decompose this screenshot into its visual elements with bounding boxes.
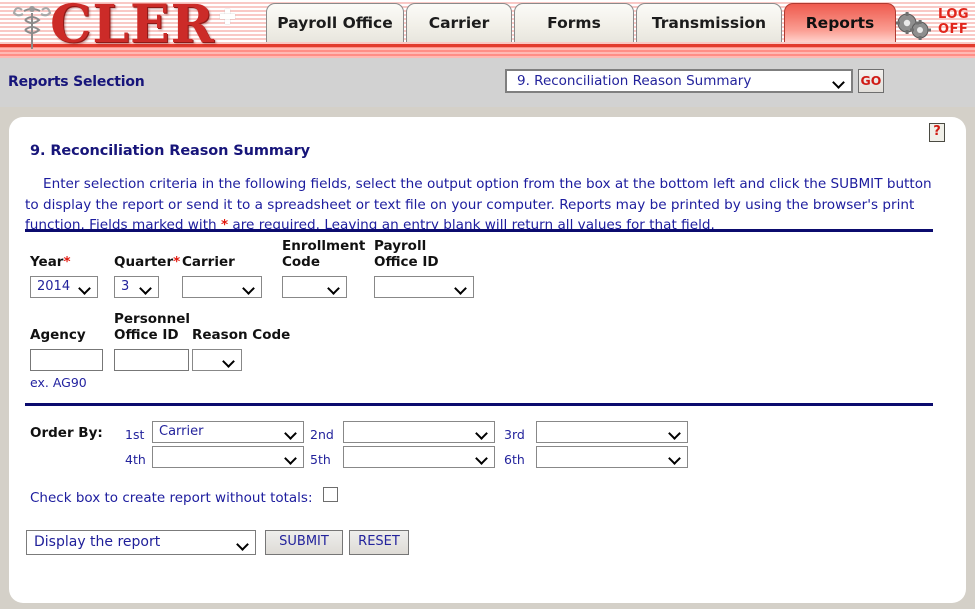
enrollment-code-select[interactable] xyxy=(282,276,347,298)
field-enrollment-code: Enrollment Code xyxy=(282,238,365,298)
field-quarter: Quarter* 3 xyxy=(114,254,180,298)
field-quarter-label-text: Quarter xyxy=(114,254,174,270)
chevron-down-icon xyxy=(80,284,91,291)
logoff-button[interactable]: LOG OFF xyxy=(938,7,974,37)
divider-middle xyxy=(25,403,933,406)
report-select[interactable]: 9. Reconciliation Reason Summary xyxy=(505,69,853,93)
order-by-label: Order By: xyxy=(30,425,103,441)
order-by-ordinal-6: 6th xyxy=(504,452,525,467)
field-payroll-office-id-label-2: Office ID xyxy=(374,254,439,270)
order-by-select-1[interactable]: Carrier xyxy=(152,421,304,443)
field-agency: Agency ex. AG90 xyxy=(30,327,103,390)
tab-carrier[interactable]: Carrier xyxy=(406,3,512,42)
field-agency-label: Agency xyxy=(30,327,86,343)
field-carrier: Carrier xyxy=(182,254,262,298)
help-icon[interactable]: ? xyxy=(929,123,945,142)
order-by-ordinal-5: 5th xyxy=(310,452,331,467)
chevron-down-icon xyxy=(477,429,488,436)
chevron-down-icon xyxy=(670,429,681,436)
logo-cross-icon xyxy=(220,9,235,24)
caduceus-icon xyxy=(12,6,52,49)
carrier-select[interactable] xyxy=(182,276,262,298)
field-payroll-office-id-label-1: Payroll xyxy=(374,238,427,254)
submit-button[interactable]: SUBMIT xyxy=(265,530,343,555)
logoff-line1: LOG xyxy=(938,7,970,22)
report-select-value: 9. Reconciliation Reason Summary xyxy=(517,73,752,89)
field-year-label: Year* xyxy=(30,254,98,270)
chevron-down-icon xyxy=(477,454,488,461)
tab-payroll-office[interactable]: Payroll Office xyxy=(266,3,404,42)
field-quarter-required: * xyxy=(173,254,181,270)
order-by-select-6[interactable] xyxy=(536,446,688,468)
field-enrollment-code-label-2: Code xyxy=(282,254,321,270)
order-by-select-2[interactable] xyxy=(343,421,495,443)
help-glyph: ? xyxy=(933,124,941,139)
agency-input[interactable] xyxy=(30,349,103,371)
field-payroll-office-id: Payroll Office ID xyxy=(374,238,474,298)
tab-transmission[interactable]: Transmission xyxy=(636,3,782,42)
field-reason-code-label: Reason Code xyxy=(192,327,291,343)
field-personnel-office-id: Personnel Office ID xyxy=(114,311,190,371)
chevron-down-icon xyxy=(286,454,297,461)
chevron-down-icon xyxy=(238,540,249,547)
chevron-down-icon xyxy=(141,284,152,291)
field-reason-code: Reason Code xyxy=(192,327,290,371)
agency-hint: ex. AG90 xyxy=(30,375,87,390)
divider-top xyxy=(25,229,933,232)
chevron-down-icon xyxy=(456,284,467,291)
chevron-down-icon xyxy=(224,357,235,364)
chevron-down-icon xyxy=(286,429,297,436)
quarter-select[interactable]: 3 xyxy=(114,276,159,298)
app-header: CLER Payroll Office Carrier Forms Transm… xyxy=(0,0,975,58)
go-button[interactable]: GO xyxy=(858,69,884,93)
order-by-select-4[interactable] xyxy=(152,446,304,468)
field-personnel-office-id-label-2: Office ID xyxy=(114,327,179,343)
field-year-required: * xyxy=(63,254,71,270)
quarter-value: 3 xyxy=(121,279,130,294)
order-by-ordinal-1: 1st xyxy=(125,427,145,442)
chevron-down-icon xyxy=(834,78,845,85)
report-heading: 9. Reconciliation Reason Summary xyxy=(30,143,310,159)
order-by-ordinal-4: 4th xyxy=(125,452,146,467)
logoff-line2: OFF xyxy=(938,22,969,37)
order-by-select-5[interactable] xyxy=(343,446,495,468)
field-year-label-text: Year xyxy=(30,254,64,270)
field-enrollment-code-label-1: Enrollment xyxy=(282,238,366,254)
reset-button[interactable]: RESET xyxy=(349,530,409,555)
page-title: Reports Selection xyxy=(8,74,145,90)
report-form-panel: ? 9. Reconciliation Reason Summary Enter… xyxy=(9,117,966,603)
tab-forms[interactable]: Forms xyxy=(514,3,634,42)
cler-logo: CLER xyxy=(8,0,258,55)
reports-selection-bar: Reports Selection 9. Reconciliation Reas… xyxy=(0,58,975,107)
order-by-select-3[interactable] xyxy=(536,421,688,443)
order-by-ordinal-3: 3rd xyxy=(504,427,525,442)
logo-text: CLER xyxy=(50,0,215,55)
gears-icon[interactable] xyxy=(893,12,933,40)
chevron-down-icon xyxy=(670,454,681,461)
year-select[interactable]: 2014 xyxy=(30,276,98,298)
personnel-office-id-input[interactable] xyxy=(114,349,189,371)
chevron-down-icon xyxy=(329,284,340,291)
order-by-ordinal-2: 2nd xyxy=(310,427,334,442)
field-quarter-label: Quarter* xyxy=(114,254,180,270)
output-option-select[interactable]: Display the report xyxy=(26,530,256,555)
field-personnel-office-id-label-1: Personnel xyxy=(114,311,191,327)
payroll-office-id-select[interactable] xyxy=(374,276,474,298)
reason-code-select[interactable] xyxy=(192,349,242,371)
field-year: Year* 2014 xyxy=(30,254,98,298)
no-totals-label: Check box to create report without total… xyxy=(30,490,313,506)
tab-reports[interactable]: Reports xyxy=(784,3,896,42)
year-value: 2014 xyxy=(37,279,71,294)
field-carrier-label: Carrier xyxy=(182,254,235,270)
order-by-value-1: Carrier xyxy=(159,424,204,439)
no-totals-checkbox[interactable] xyxy=(323,487,338,502)
chevron-down-icon xyxy=(244,284,255,291)
instructions: Enter selection criteria in the followin… xyxy=(25,174,935,236)
output-option-value: Display the report xyxy=(34,534,161,550)
